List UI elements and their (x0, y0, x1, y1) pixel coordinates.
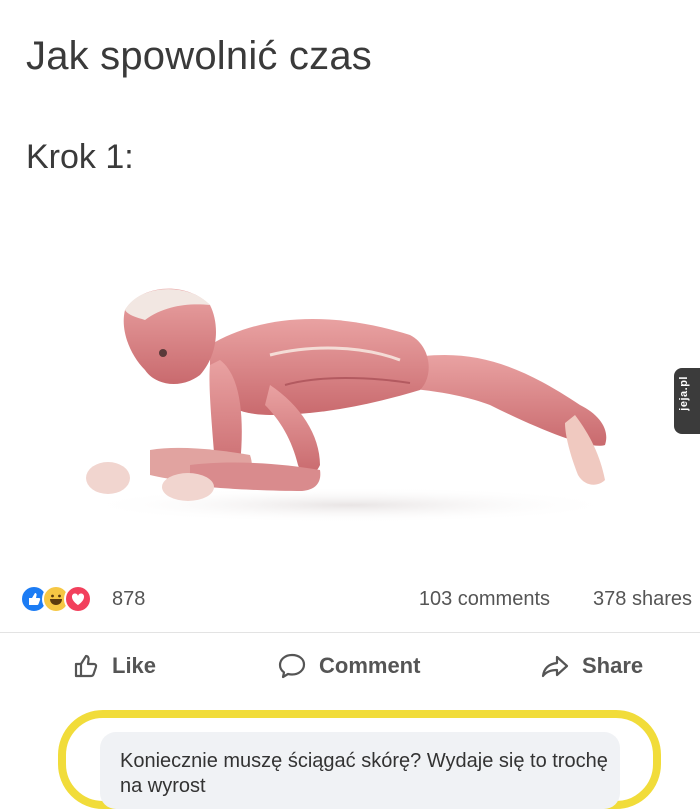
comments-count[interactable]: 103 comments (419, 588, 550, 611)
comment-bubble[interactable]: Koniecznie muszę ściągać skórę? Wydaje s… (100, 732, 620, 809)
comment-label: Comment (319, 653, 421, 678)
jeja-watermark: jeja.pl (674, 368, 700, 434)
share-button[interactable]: Share (540, 652, 643, 680)
anatomy-plank-image (80, 288, 620, 523)
share-label: Share (582, 653, 644, 678)
post-step-label: Krok 1: (26, 138, 134, 176)
like-button[interactable]: Like (72, 652, 156, 680)
shares-count[interactable]: 378 shares (593, 588, 692, 611)
reactions-count[interactable]: 878 (112, 588, 145, 611)
reactions-summary[interactable] (20, 585, 92, 613)
comment-icon (278, 653, 306, 679)
post-stats-bar: 878 103 comments 378 shares (20, 585, 695, 615)
love-icon (64, 585, 92, 613)
comment-button[interactable]: Comment (277, 652, 420, 680)
post-title: Jak spowolnić czas (26, 34, 372, 78)
post-actions: Like Comment Share (0, 648, 700, 692)
share-arrow-icon (541, 655, 569, 678)
thumbs-up-icon (74, 654, 98, 678)
actions-divider (0, 632, 700, 633)
like-label: Like (112, 653, 157, 678)
comment-text: Koniecznie muszę ściągać skórę? Wydaje s… (120, 750, 608, 797)
watermark-text: jeja.pl (678, 376, 690, 411)
